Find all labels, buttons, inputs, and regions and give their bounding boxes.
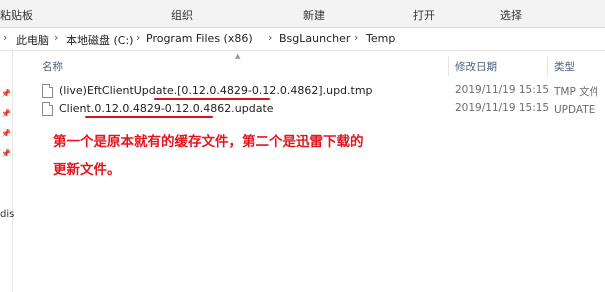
scrollbar[interactable] — [597, 51, 605, 292]
file-name[interactable]: (live)EftClientUpdate.[0.12.0.4829-0.12.… — [59, 84, 373, 97]
file-row[interactable]: (live)EftClientUpdate.[0.12.0.4829-0.12.… — [42, 82, 602, 100]
file-type: TMP 文件 — [554, 86, 601, 98]
chevron-right-icon: › — [354, 31, 359, 44]
navigation-pane: 📌 📌 📌 📌 — [0, 51, 13, 292]
breadcrumb-program-files[interactable]: Program Files (x86) — [146, 32, 253, 45]
pin-icon: 📌 — [1, 89, 11, 98]
address-bar[interactable]: › 此电脑 › 本地磁盘 (C:) › Program Files (x86) … — [0, 28, 605, 51]
file-date: 2019/11/19 15:15 — [455, 84, 550, 96]
column-header-date[interactable]: 修改日期 — [455, 59, 497, 74]
breadcrumb-this-pc[interactable]: 此电脑 — [16, 32, 49, 48]
highlight-underline — [154, 98, 270, 100]
ribbon-clipboard[interactable]: 粘贴板 — [0, 7, 33, 23]
ribbon-new[interactable]: 新建 — [303, 7, 325, 23]
file-type: UPDATE 文件 — [554, 104, 602, 116]
ribbon-open[interactable]: 打开 — [413, 7, 435, 23]
breadcrumb-local-disk[interactable]: 本地磁盘 (C:) — [66, 32, 133, 48]
column-header-name[interactable]: 名称 — [42, 59, 63, 74]
column-headers: 名称 修改日期 类型 — [13, 56, 605, 76]
file-name[interactable]: Client.0.12.0.4829-0.12.0.4862.update — [59, 102, 274, 115]
nav-item-cut-text[interactable]: dis — [0, 209, 14, 220]
pin-icon: 📌 — [1, 109, 11, 118]
highlight-underline — [85, 116, 213, 118]
pin-icon: 📌 — [1, 129, 11, 138]
column-divider[interactable] — [547, 56, 548, 76]
ribbon: 粘贴板 组织 新建 打开 选择 — [0, 0, 605, 28]
chevron-right-icon: › — [268, 31, 273, 44]
file-icon — [42, 84, 53, 98]
column-header-type[interactable]: 类型 — [554, 59, 575, 74]
pin-icon: 📌 — [1, 149, 11, 158]
annotation-line-1: 第一个是原本就有的缓存文件，第二个是迅雷下载的 — [53, 134, 364, 150]
breadcrumb-bsglauncher[interactable]: BsgLauncher — [279, 32, 350, 45]
ribbon-select[interactable]: 选择 — [500, 7, 522, 23]
file-date: 2019/11/19 15:15 — [455, 102, 550, 114]
file-icon — [42, 102, 53, 116]
column-divider[interactable] — [448, 56, 449, 76]
chevron-right-icon: › — [54, 31, 59, 44]
chevron-right-icon: › — [3, 31, 8, 44]
annotation-line-2: 更新文件。 — [53, 162, 121, 178]
breadcrumb-temp[interactable]: Temp — [366, 32, 395, 45]
chevron-right-icon: › — [136, 31, 141, 44]
ribbon-organize[interactable]: 组织 — [171, 7, 193, 23]
